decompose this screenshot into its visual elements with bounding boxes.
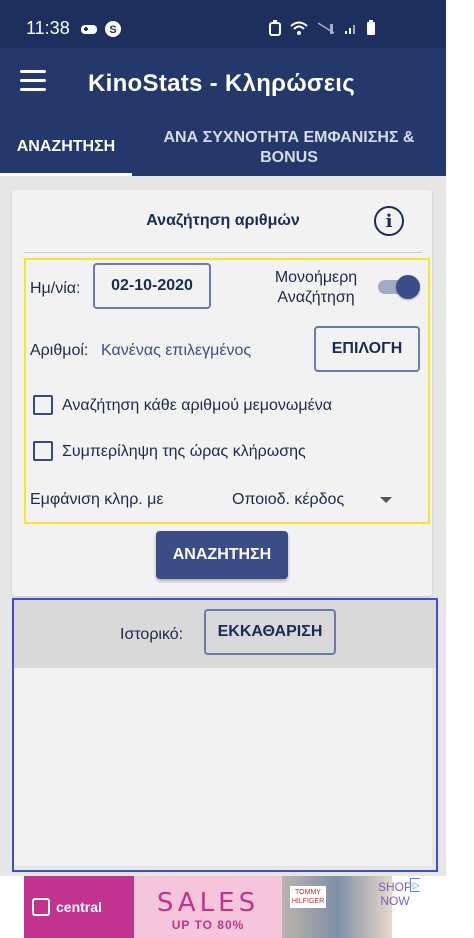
search-each-number-label[interactable]: Αναζήτηση κάθε αριθμού μεμονωμένα: [62, 397, 332, 415]
ad-choices-icon[interactable]: ▷✓: [410, 878, 420, 892]
ad-sales-panel: SALES UP TO 80%: [134, 876, 282, 938]
card-divider: [24, 252, 422, 253]
tab-frequency-bonus[interactable]: ΑΝΑ ΣΥΧΝΟΤΗΤΑ ΕΜΦΑΝΙΣΗΣ & BONUS: [150, 128, 428, 168]
win-type-dropdown[interactable]: Οποιοδ. κέρδος: [230, 486, 396, 514]
tab-search[interactable]: ΑΝΑΖΗΤΗΣΗ: [0, 118, 132, 176]
ad-subline: UP TO 80%: [171, 918, 245, 932]
numbers-label: Αριθμοί:: [30, 342, 89, 359]
status-left-icons: S: [80, 20, 122, 38]
include-draw-time-checkbox[interactable]: [33, 441, 53, 461]
signal-icon: [345, 25, 355, 34]
history-label: Ιστορικό:: [120, 626, 184, 643]
info-icon[interactable]: i: [374, 206, 404, 236]
central-logo-icon: [32, 898, 50, 916]
battery-icon: [367, 20, 375, 35]
alarm-icon: [269, 20, 281, 36]
tab-bar: ΑΝΑΖΗΤΗΣΗ ΑΝΑ ΣΥΧΝΟΤΗΤΑ ΕΜΦΑΝΙΣΗΣ & BONU…: [0, 118, 446, 176]
history-list[interactable]: [14, 668, 432, 866]
win-type-dropdown-value: Οποιοδ. κέρδος: [232, 491, 345, 508]
search-each-number-checkbox[interactable]: [33, 395, 53, 415]
wifi-icon: [290, 21, 308, 35]
ad-headline: SALES: [156, 888, 260, 918]
dropdown-arrow-icon: [380, 497, 392, 503]
include-draw-time-label[interactable]: Συμπερίληψη της ώρας κλήρωσης: [62, 443, 306, 461]
single-day-search-label: Μονοήμερη Αναζήτηση: [274, 269, 358, 306]
search-options-highlight: [24, 258, 430, 524]
select-numbers-button[interactable]: ΕΠΙΛΟΓΗ: [314, 326, 420, 372]
show-draws-label: Εμφάνιση κληρ. με: [30, 491, 164, 508]
app-title: KinoStats - Κληρώσεις: [88, 70, 356, 97]
search-button[interactable]: ΑΝΑΖΗΤΗΣΗ: [156, 531, 288, 579]
single-day-toggle[interactable]: [378, 275, 420, 299]
clear-history-button[interactable]: ΕΚΚΑΘΑΡΙΣΗ: [204, 609, 336, 655]
svg-text:S: S: [109, 24, 116, 36]
ad-banner[interactable]: central SALES UP TO 80% TOMMY HILFIGER S…: [24, 876, 420, 938]
app-bar: KinoStats - Κληρώσεις: [0, 48, 446, 118]
status-bar: 11:38 S: [0, 0, 446, 48]
numbers-value: Κανένας επιλεγμένος: [101, 342, 252, 359]
ad-brand: central: [56, 899, 102, 915]
game-controller-icon: [81, 25, 97, 34]
hamburger-menu-icon[interactable]: [20, 70, 46, 92]
ad-central-logo: central: [24, 876, 134, 938]
status-right-icons: [268, 20, 376, 36]
signal-off-icon: [317, 22, 335, 34]
date-picker-button[interactable]: 02-10-2020: [93, 263, 211, 309]
ad-product-brand: TOMMY HILFIGER: [290, 886, 326, 908]
toggle-knob: [396, 275, 420, 299]
status-time: 11:38: [26, 18, 70, 38]
s-badge-icon: S: [105, 21, 121, 37]
date-label: Ημ/νία:: [30, 280, 81, 297]
